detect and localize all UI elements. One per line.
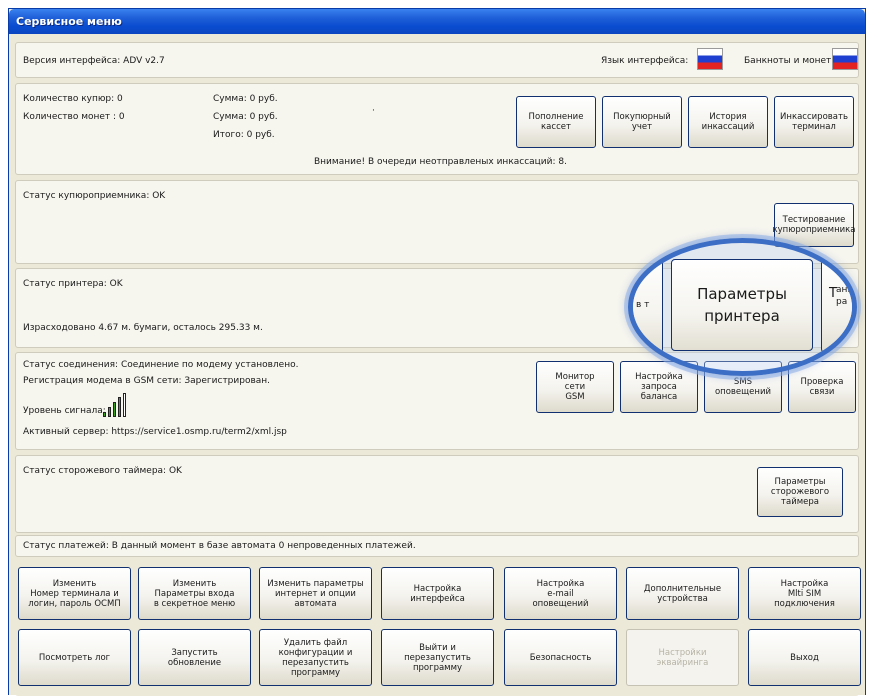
version-label: Версия интерфейса: ADV v2.7 (23, 56, 165, 66)
security-button[interactable]: Безопасность (504, 629, 617, 686)
printer-status: Статус принтера: OK (23, 279, 123, 289)
check-connection-button[interactable]: Проверка связи (788, 361, 856, 413)
validator-status: Статус купюроприемника: OK (23, 191, 166, 201)
view-log-button[interactable]: Посмотреть лог (18, 629, 131, 686)
bills-count: Количество купюр: 0 (23, 94, 123, 104)
window-title: Сервисное меню (16, 15, 122, 28)
hidden-printer-button-left[interactable]: в т (633, 255, 663, 353)
header-panel: Версия интерфейса: ADV v2.7 Язык интерфе… (15, 42, 859, 78)
collection-history-button[interactable]: История инкассаций (688, 96, 768, 148)
connection-status: Статус соединения: Соединение по модему … (23, 360, 299, 370)
bottom-buttons: Изменить Номер терминала и логин, пароль… (15, 561, 861, 696)
printer-test-button[interactable]: Т ание ра (821, 255, 852, 353)
paper-usage: Израсходовано 4.67 м. бумаги, осталось 2… (23, 323, 263, 333)
additional-devices-button[interactable]: Дополнительные устройства (626, 567, 739, 620)
russian-flag-icon[interactable] (697, 48, 723, 70)
bills-account-button[interactable]: Покупюрный учет (602, 96, 682, 148)
test-validator-button[interactable]: Тестирование купюроприемника (772, 203, 856, 247)
acquiring-settings-button: Настройки эквайринга (626, 629, 739, 686)
exit-button[interactable]: Выход (748, 629, 861, 686)
email-notifications-button[interactable]: Настройка e-mail оповещений (504, 567, 617, 620)
title-bar: Сервисное меню (9, 9, 865, 34)
cash-panel: Количество купюр: 0 Количество монет : 0… (15, 83, 859, 175)
left-edge-text: в т (636, 300, 650, 310)
total-sum: Итого: 0 руб. (213, 130, 275, 140)
printer-params-button[interactable]: Параметры принтера (671, 259, 813, 351)
run-update-button[interactable]: Запустить обновление (138, 629, 251, 686)
change-terminal-login-button[interactable]: Изменить Номер терминала и логин, пароль… (18, 567, 131, 620)
refill-cassettes-button[interactable]: Пополнение кассет (516, 96, 596, 148)
collect-terminal-button[interactable]: Инкассировать терминал (774, 96, 854, 148)
magnifier-highlight: в т Параметры принтера Т ание ра (628, 238, 857, 376)
gsm-monitor-button[interactable]: Монитор сети GSM (536, 361, 614, 413)
signal-strength-icon (103, 393, 127, 417)
interface-settings-button[interactable]: Настройка интерфейса (381, 567, 494, 620)
exit-restart-button[interactable]: Выйти и перезапустить программу (381, 629, 494, 686)
active-server: Активный сервер: https://service1.osmp.r… (23, 427, 287, 437)
dot-mark: · (372, 106, 375, 116)
payments-panel: Статус платежей: В данный момент в базе … (15, 535, 859, 557)
collection-warning: Внимание! В очереди неотправленых инкасс… (314, 157, 567, 167)
watchdog-status: Статус сторожевого таймера: OK (23, 466, 182, 476)
watchdog-params-button[interactable]: Параметры сторожевого таймера (757, 467, 843, 517)
balance-request-button[interactable]: Настройка запроса баланса (620, 361, 698, 413)
russian-flag-icon[interactable] (832, 48, 858, 70)
gsm-registration: Регистрация модема в GSM сети: Зарегистр… (23, 376, 271, 386)
signal-label: Уровень сигнала: (23, 406, 106, 416)
multi-sim-settings-button[interactable]: Настройка Mlti SIM подключения (748, 567, 861, 620)
language-label: Язык интерфейса: (601, 56, 689, 66)
bills-sum: Сумма: 0 руб. (213, 94, 278, 104)
currency-label: Банкноты и монеты: (744, 56, 842, 66)
coins-sum: Сумма: 0 руб. (213, 112, 278, 122)
coins-count: Количество монет : 0 (23, 112, 125, 122)
change-secret-menu-login-button[interactable]: Изменить Параметры входа в секретное мен… (138, 567, 251, 620)
watchdog-panel: Статус сторожевого таймера: OK Параметры… (15, 455, 859, 533)
payments-status: Статус платежей: В данный момент в базе … (23, 541, 416, 551)
delete-config-restart-button[interactable]: Удалить файл конфигурации и перезапустит… (259, 629, 372, 686)
change-internet-params-button[interactable]: Изменить параметры интернет и опции авто… (259, 567, 372, 620)
